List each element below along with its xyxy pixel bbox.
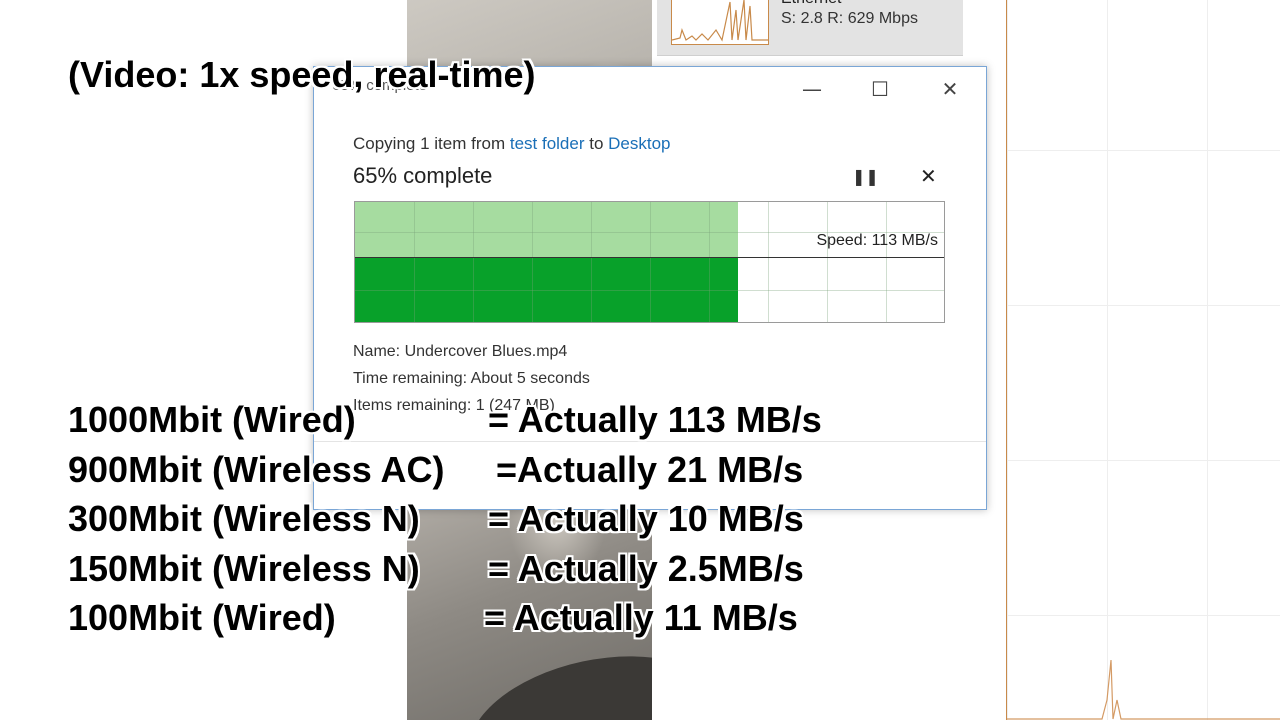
graph-grid-line xyxy=(650,202,651,322)
connection-type: 1000Mbit (Wired) xyxy=(68,399,356,440)
comparison-row: 150Mbit (Wireless N) = Actually 2.5MB/s xyxy=(68,547,968,591)
actual-speed: = Actually 2.5MB/s xyxy=(488,548,804,589)
connection-type: 300Mbit (Wireless N) xyxy=(68,498,420,539)
graph-grid-line xyxy=(532,202,533,322)
copy-prefix: Copying 1 item from xyxy=(353,134,510,153)
file-name: Name: Undercover Blues.mp4 xyxy=(353,343,568,360)
network-throughput-line xyxy=(1007,659,1280,720)
comparison-row: 100Mbit (Wired) = Actually 11 MB/s xyxy=(68,596,968,640)
speed-indicator-line xyxy=(355,257,944,258)
pause-icon[interactable]: ❚❚ xyxy=(852,167,879,186)
graph-grid-line xyxy=(414,202,415,322)
task-manager-ethernet-card[interactable]: Ethernet S: 2.8 R: 629 Mbps xyxy=(657,0,963,56)
actual-speed: =Actually 21 MB/s xyxy=(496,449,804,490)
minimize-icon[interactable]: — xyxy=(797,79,827,99)
graph-grid-line xyxy=(591,202,592,322)
actual-speed: = Actually 113 MB/s xyxy=(488,399,822,440)
copy-mid: to xyxy=(584,134,609,153)
comparison-row: 300Mbit (Wireless N) = Actually 10 MB/s xyxy=(68,497,968,541)
connection-type: 100Mbit (Wired) xyxy=(68,597,336,638)
graph-grid-line xyxy=(709,202,710,322)
graph-grid-line xyxy=(768,202,769,322)
file-copy-dialog: 65% complete — ☐ ✕ Copying 1 item from t… xyxy=(313,66,987,510)
ethernet-mini-graph xyxy=(671,0,769,45)
graph-grid-line xyxy=(355,290,944,291)
percent-complete: 65% complete xyxy=(353,163,493,188)
close-icon[interactable]: ✕ xyxy=(935,79,965,99)
ethernet-label: Ethernet xyxy=(781,0,841,8)
time-remaining: Time remaining: About 5 seconds xyxy=(353,370,590,387)
video-speed-caption: (Video: 1x speed, real-time) xyxy=(68,54,536,95)
speed-label: Speed: 113 MB/s xyxy=(816,232,938,249)
graph-grid-line xyxy=(827,202,828,322)
progress-fill-light xyxy=(355,202,738,257)
destination-folder-link[interactable]: Desktop xyxy=(608,134,670,153)
comparison-row: 900Mbit (Wireless AC) =Actually 21 MB/s xyxy=(68,448,968,492)
cancel-icon[interactable]: ✕ xyxy=(920,164,937,188)
graph-grid-line xyxy=(473,202,474,322)
source-folder-link[interactable]: test folder xyxy=(510,134,585,153)
copy-description: Copying 1 item from test folder to Deskt… xyxy=(353,134,671,154)
ethernet-sparkline xyxy=(671,0,768,42)
network-graph-panel xyxy=(1006,0,1280,720)
comparison-row: 1000Mbit (Wired) = Actually 113 MB/s xyxy=(68,398,968,442)
ethernet-stats: S: 2.8 R: 629 Mbps xyxy=(781,10,918,27)
graph-grid-line xyxy=(886,202,887,322)
transfer-speed-graph: Speed: 113 MB/s xyxy=(354,201,945,323)
actual-speed: = Actually 11 MB/s xyxy=(484,597,798,638)
connection-type: 150Mbit (Wireless N) xyxy=(68,548,420,589)
actual-speed: = Actually 10 MB/s xyxy=(488,498,804,539)
maximize-icon[interactable]: ☐ xyxy=(865,79,895,99)
connection-type: 900Mbit (Wireless AC) xyxy=(68,449,445,490)
